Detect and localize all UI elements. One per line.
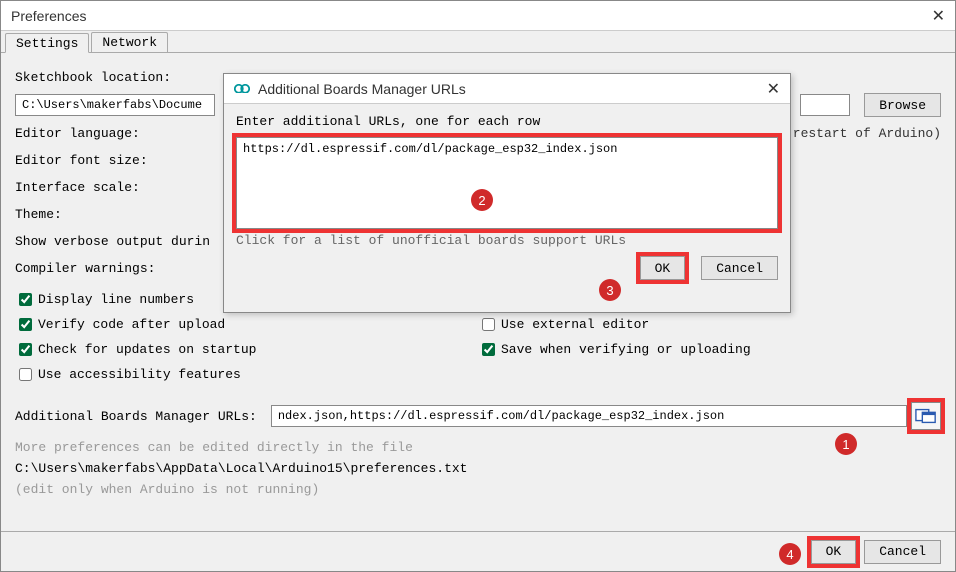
edit-hint: (edit only when Arduino is not running) (15, 482, 941, 497)
sketchbook-label: Sketchbook location: (15, 70, 171, 85)
more-prefs-hint: More preferences can be edited directly … (15, 440, 941, 455)
interface-scale-label: Interface scale: (15, 180, 140, 195)
label-save-when-verify: Save when verifying or uploading (501, 342, 751, 357)
checkbox-verify-after-upload[interactable] (19, 318, 32, 331)
prefs-path: C:\Users\makerfabs\AppData\Local\Arduino… (15, 461, 941, 476)
dialog-cancel-button[interactable]: Cancel (701, 256, 778, 280)
restart-hint: restart of Arduino) (793, 126, 941, 141)
ok-button[interactable]: OK (811, 540, 857, 564)
dialog-url-textarea[interactable] (236, 137, 778, 229)
checkbox-save-when-verify[interactable] (482, 343, 495, 356)
dialog-ok-button[interactable]: OK (640, 256, 686, 280)
additional-urls-row: Additional Boards Manager URLs: (15, 402, 941, 430)
checkbox-display-line-numbers[interactable] (19, 293, 32, 306)
additional-urls-dialog: Additional Boards Manager URLs ✕ Enter a… (223, 73, 791, 313)
additional-urls-input[interactable] (271, 405, 907, 427)
additional-urls-label: Additional Boards Manager URLs: (15, 409, 257, 424)
sketchbook-right-box (800, 94, 850, 116)
label-accessibility: Use accessibility features (38, 367, 241, 382)
window-title: Preferences (11, 8, 86, 24)
label-verify-after-upload: Verify code after upload (38, 317, 225, 332)
cancel-button[interactable]: Cancel (864, 540, 941, 564)
checkbox-accessibility[interactable] (19, 368, 32, 381)
label-check-updates: Check for updates on startup (38, 342, 256, 357)
badge-4: 4 (779, 543, 801, 565)
footer: OK Cancel (1, 531, 955, 571)
tabs: Settings Network (1, 31, 955, 53)
checkbox-external-editor[interactable] (482, 318, 495, 331)
label-display-line-numbers: Display line numbers (38, 292, 194, 307)
close-icon[interactable]: ✕ (932, 6, 945, 26)
show-verbose-label: Show verbose output durin (15, 234, 210, 249)
tab-settings[interactable]: Settings (5, 33, 89, 53)
compiler-warnings-label: Compiler warnings: (15, 261, 155, 276)
theme-label: Theme: (15, 207, 62, 222)
editor-lang-label: Editor language: (15, 126, 140, 141)
label-external-editor: Use external editor (501, 317, 649, 332)
unofficial-boards-link[interactable]: Click for a list of unofficial boards su… (236, 233, 626, 248)
dialog-title: Additional Boards Manager URLs (258, 81, 466, 97)
dialog-body: Enter additional URLs, one for each row … (224, 104, 790, 248)
browse-button[interactable]: Browse (864, 93, 941, 117)
sketchbook-path-input[interactable] (15, 94, 215, 116)
badge-1: 1 (835, 433, 857, 455)
dialog-titlebar: Additional Boards Manager URLs ✕ (224, 74, 790, 104)
window-titlebar: Preferences ✕ (1, 1, 955, 31)
window-icon (915, 408, 937, 424)
dialog-close-icon[interactable]: ✕ (767, 79, 780, 99)
checkbox-check-updates[interactable] (19, 343, 32, 356)
badge-2: 2 (471, 189, 493, 211)
arduino-icon (234, 81, 250, 97)
badge-3: 3 (599, 279, 621, 301)
dialog-instruction: Enter additional URLs, one for each row (236, 114, 778, 129)
editor-font-label: Editor font size: (15, 153, 148, 168)
expand-urls-button[interactable] (911, 402, 941, 430)
dialog-footer: OK Cancel (224, 248, 790, 288)
tab-network[interactable]: Network (91, 32, 168, 52)
